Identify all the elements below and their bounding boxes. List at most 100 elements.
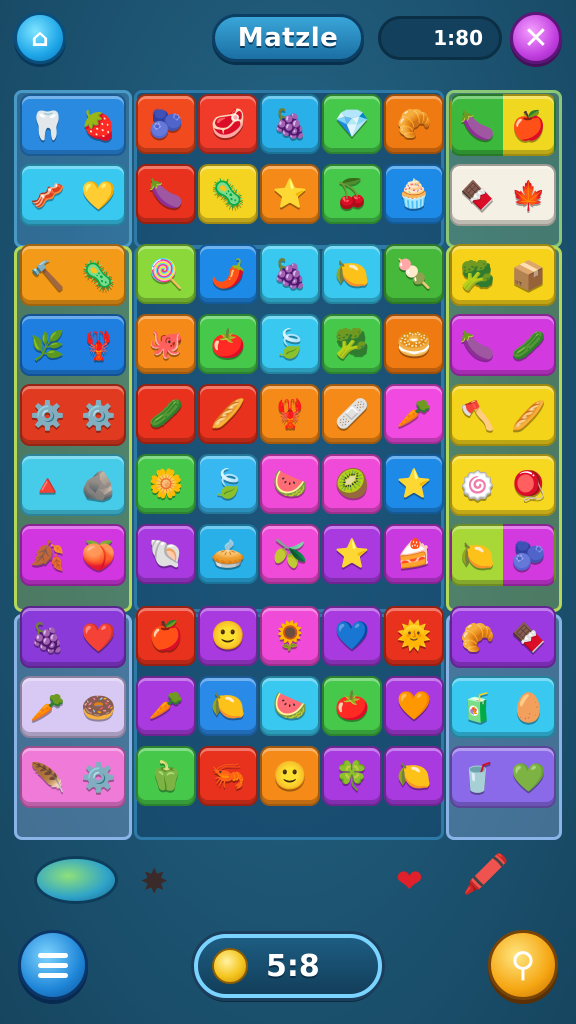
board-tile[interactable]: 🩹 xyxy=(322,384,382,444)
board-tile[interactable]: 🫐 xyxy=(136,94,196,154)
board-tile[interactable]: 🥒 xyxy=(136,384,196,444)
board-tile[interactable]: 🍎 xyxy=(136,606,196,666)
left-pair-tile[interactable]: 🍂 🍑 xyxy=(20,524,126,586)
right-pair-tile[interactable]: 🍥 🪀 xyxy=(450,454,556,516)
close-button[interactable]: ✕ xyxy=(510,12,562,64)
board-tile[interactable]: 🐚 xyxy=(136,524,196,584)
menu-icon-bar xyxy=(38,962,68,968)
tile-item-icon: 🍇 xyxy=(272,257,308,290)
tile-item-icon: 🫒 xyxy=(272,537,308,570)
home-button[interactable]: ⌂ xyxy=(14,12,66,64)
board-tile[interactable]: 💎 xyxy=(322,94,382,154)
tile-item-icon: 🍃 xyxy=(210,467,246,500)
board-tile[interactable]: 🦠 xyxy=(198,164,258,224)
left-pair-tile[interactable]: 🦷 🍓 xyxy=(20,94,126,156)
right-pair-tile[interactable]: 🥦 📦 xyxy=(450,244,556,306)
tile-item-icon: 🪓 xyxy=(460,398,495,432)
board-tile[interactable]: 🌻 xyxy=(260,606,320,666)
left-pair-tile[interactable]: 🪶 ⚙️ xyxy=(20,746,126,808)
board-tile[interactable]: 🥩 xyxy=(198,94,258,154)
splat-icon[interactable]: ✸ xyxy=(140,862,169,902)
board-tile[interactable]: 🍃 xyxy=(260,314,320,374)
right-pair-tile[interactable]: 🍋 🫐 xyxy=(450,524,556,586)
board-tile[interactable]: 🍃 xyxy=(198,454,258,514)
board-tile[interactable]: 🍆 xyxy=(136,164,196,224)
board-tile[interactable]: 🍡 xyxy=(384,244,444,304)
coin-icon xyxy=(212,948,248,984)
left-pair-tile[interactable]: ⚙️ ⚙️ xyxy=(20,384,126,446)
heart-icon[interactable]: ❤ xyxy=(396,862,423,900)
board-tile[interactable]: 🫒 xyxy=(260,524,320,584)
tile-item-icon: 🦞 xyxy=(81,328,116,362)
menu-button[interactable] xyxy=(18,930,88,1000)
tile-item-icon: 🧡 xyxy=(396,689,432,722)
board-tile[interactable]: 🍋 xyxy=(322,244,382,304)
board-tile[interactable]: 🌶️ xyxy=(198,244,258,304)
board-tile[interactable]: 🍅 xyxy=(198,314,258,374)
board-tile[interactable]: 🌼 xyxy=(136,454,196,514)
right-pair-tile[interactable]: 🍫 🍁 xyxy=(450,164,556,226)
tile-item-icon: 🦠 xyxy=(81,258,116,292)
board-tile[interactable]: 🧡 xyxy=(384,676,444,736)
board-tile[interactable]: ⭐ xyxy=(384,454,444,514)
right-pair-tile[interactable]: 🍆 🍎 xyxy=(450,94,556,156)
left-pair-tile[interactable]: 🍇 ❤️ xyxy=(20,606,126,668)
crayon-icon[interactable]: 🖍️ xyxy=(462,852,509,897)
board-tile[interactable]: 🥐 xyxy=(384,94,444,154)
right-pair-tile[interactable]: 🥤 💚 xyxy=(450,746,556,808)
board-tile[interactable]: 🙂 xyxy=(260,746,320,806)
tile-item-icon: 💚 xyxy=(511,760,546,794)
board-tile[interactable]: 🍭 xyxy=(136,244,196,304)
tile-item-icon: 💙 xyxy=(334,619,370,652)
tile-item-icon: 🐙 xyxy=(148,327,184,360)
board-tile[interactable]: 🦞 xyxy=(260,384,320,444)
board-tile[interactable]: 🥦 xyxy=(322,314,382,374)
board-tile[interactable]: 🍉 xyxy=(260,454,320,514)
board-tile[interactable]: 🍋 xyxy=(384,746,444,806)
right-pair-tile[interactable]: 🪓 🥖 xyxy=(450,384,556,446)
timer-text: 1:80 xyxy=(433,26,483,50)
tile-item-icon: 🍇 xyxy=(30,620,65,654)
board-tile[interactable]: 🥧 xyxy=(198,524,258,584)
board-tile[interactable]: 🥝 xyxy=(322,454,382,514)
board-tile[interactable]: 🍇 xyxy=(260,94,320,154)
board-tile[interactable]: 🍅 xyxy=(322,676,382,736)
board-tile[interactable]: 🍉 xyxy=(260,676,320,736)
left-pair-tile[interactable]: 🔺 🪨 xyxy=(20,454,126,516)
board-tile[interactable]: 🍒 xyxy=(322,164,382,224)
board-tile[interactable]: 🌞 xyxy=(384,606,444,666)
board-tile[interactable]: 🫑 xyxy=(136,746,196,806)
board-tile[interactable]: 🍰 xyxy=(384,524,444,584)
board-tile[interactable]: 🍋 xyxy=(198,676,258,736)
board-tile[interactable]: ⭐ xyxy=(322,524,382,584)
close-icon: ✕ xyxy=(523,20,549,56)
board-tile[interactable]: 🍇 xyxy=(260,244,320,304)
tile-item-icon: 🌶️ xyxy=(210,257,246,290)
tile-item-icon: 🪨 xyxy=(81,468,116,502)
board-tile[interactable]: 🥕 xyxy=(384,384,444,444)
tile-item-icon: 🫐 xyxy=(511,538,546,572)
left-pair-tile[interactable]: 🌿 🦞 xyxy=(20,314,126,376)
tile-item-icon: 🥧 xyxy=(210,537,246,570)
left-pair-tile[interactable]: 🥓 💛 xyxy=(20,164,126,226)
right-pair-tile[interactable]: 🍆 🥒 xyxy=(450,314,556,376)
right-pair-tile[interactable]: 🧃 🥚 xyxy=(450,676,556,738)
hint-button[interactable]: ⚲ xyxy=(488,930,558,1000)
map-icon[interactable] xyxy=(34,856,118,904)
tile-item-icon: 🌼 xyxy=(148,467,184,500)
board-tile[interactable]: 🥕 xyxy=(136,676,196,736)
board-tile[interactable]: 💙 xyxy=(322,606,382,666)
board-tile[interactable]: 🐙 xyxy=(136,314,196,374)
board-tile[interactable]: 🍀 xyxy=(322,746,382,806)
board-tile[interactable]: 🥯 xyxy=(384,314,444,374)
left-pair-tile[interactable]: 🥕 🍩 xyxy=(20,676,126,738)
tile-item-icon: 🦐 xyxy=(210,759,246,792)
board-tile[interactable]: 🥖 xyxy=(198,384,258,444)
board-tile[interactable]: 🙂 xyxy=(198,606,258,666)
tile-item-icon: 🍆 xyxy=(460,108,495,142)
board-tile[interactable]: 🧁 xyxy=(384,164,444,224)
board-tile[interactable]: 🦐 xyxy=(198,746,258,806)
right-pair-tile[interactable]: 🥐 🍫 xyxy=(450,606,556,668)
left-pair-tile[interactable]: 🔨 🦠 xyxy=(20,244,126,306)
board-tile[interactable]: ⭐ xyxy=(260,164,320,224)
